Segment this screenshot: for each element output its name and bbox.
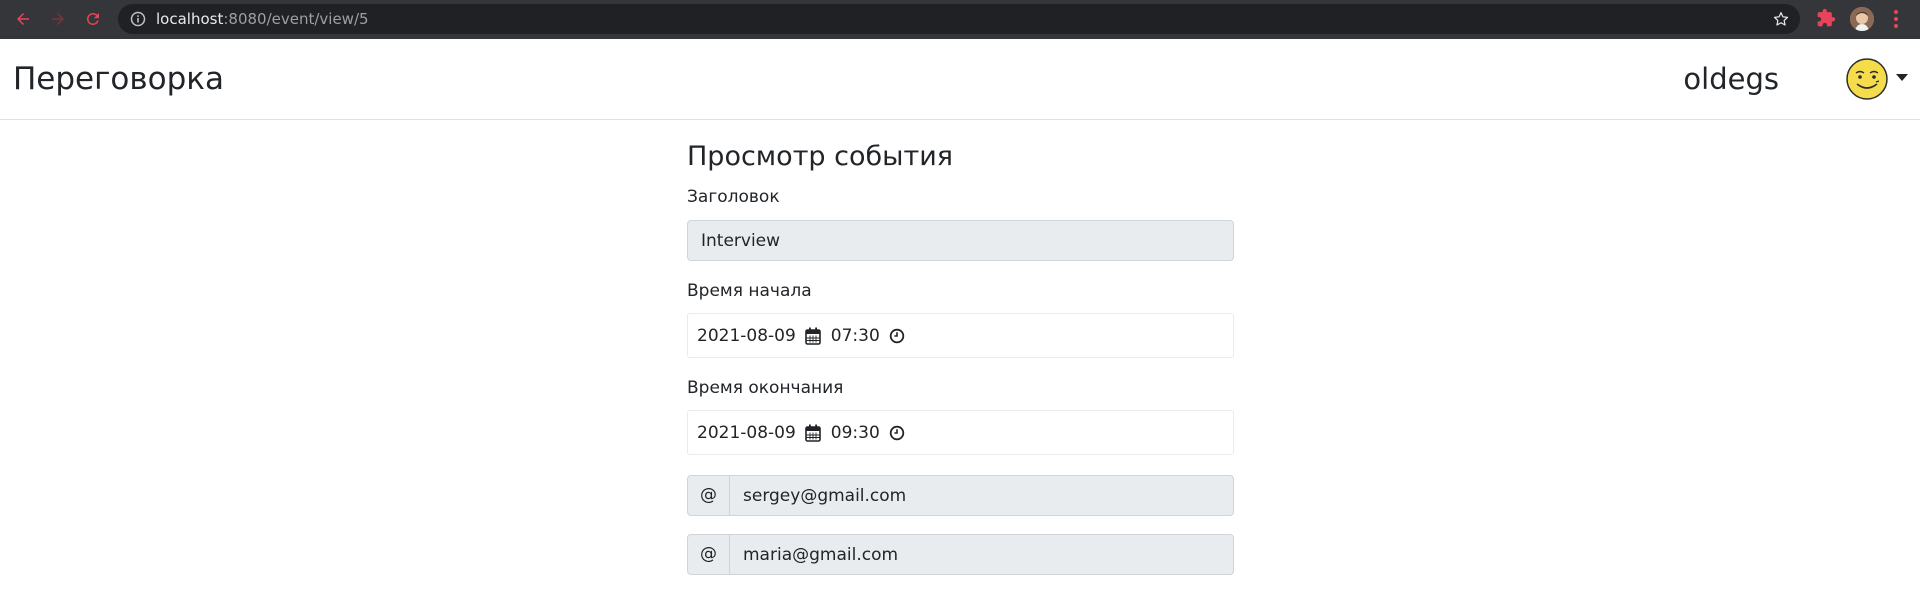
calendar-icon[interactable] bbox=[804, 327, 821, 345]
at-prefix: @ bbox=[687, 534, 730, 575]
participant-email-field[interactable]: sergey@gmail.com bbox=[729, 475, 1234, 516]
participant-email-group: @ sergey@gmail.com bbox=[687, 475, 1234, 516]
end-date-value: 2021-08-09 bbox=[697, 422, 796, 443]
url-host: localhost bbox=[156, 10, 224, 28]
participant-email-field[interactable]: maria@gmail.com bbox=[729, 534, 1234, 575]
participant-email-value: maria@gmail.com bbox=[743, 545, 899, 565]
extension-icon[interactable] bbox=[1816, 8, 1836, 28]
start-date-value: 2021-08-09 bbox=[697, 325, 796, 346]
back-button[interactable] bbox=[10, 6, 36, 32]
clock-icon[interactable] bbox=[889, 424, 905, 442]
app-navbar: Переговорка oldegs bbox=[0, 39, 1920, 120]
forward-arrow-icon bbox=[52, 13, 64, 25]
user-avatar[interactable] bbox=[1846, 58, 1888, 100]
smiley-avatar-image bbox=[1846, 58, 1888, 100]
page-title: Просмотр события bbox=[687, 141, 953, 172]
title-value: Interview bbox=[701, 231, 781, 251]
username-label[interactable]: oldegs bbox=[1683, 59, 1779, 99]
profile-image bbox=[1850, 7, 1874, 31]
brand-link[interactable]: Переговорка bbox=[13, 59, 224, 99]
end-time-value: 09:30 bbox=[830, 422, 880, 443]
forward-button[interactable] bbox=[45, 6, 71, 32]
caret-down-icon[interactable] bbox=[1896, 74, 1908, 81]
participant-email-value: sergey@gmail.com bbox=[743, 486, 907, 506]
reload-icon bbox=[86, 12, 99, 25]
start-time-label: Время начала bbox=[687, 281, 812, 301]
clock-icon[interactable] bbox=[889, 327, 905, 345]
start-datetime-field[interactable]: 2021-08-09 07:30 bbox=[687, 313, 1234, 358]
back-arrow-icon bbox=[17, 13, 29, 25]
browser-profile-avatar[interactable] bbox=[1850, 7, 1874, 31]
info-icon[interactable] bbox=[130, 11, 146, 27]
star-icon[interactable] bbox=[1772, 10, 1790, 28]
address-bar[interactable]: localhost:8080/event/view/5 bbox=[118, 4, 1800, 34]
calendar-icon[interactable] bbox=[804, 424, 821, 442]
title-label: Заголовок bbox=[687, 187, 780, 207]
reload-button[interactable] bbox=[80, 6, 106, 32]
url-path: :8080/event/view/5 bbox=[223, 10, 369, 28]
start-time-value: 07:30 bbox=[830, 325, 880, 346]
participant-email-group: @ maria@gmail.com bbox=[687, 534, 1234, 575]
browser-toolbar: localhost:8080/event/view/5 bbox=[0, 0, 1920, 39]
title-field[interactable]: Interview bbox=[687, 220, 1234, 261]
url-text: localhost:8080/event/view/5 bbox=[156, 10, 369, 28]
more-vertical-icon[interactable] bbox=[1888, 8, 1904, 30]
end-time-label: Время окончания bbox=[687, 378, 844, 398]
at-prefix: @ bbox=[687, 475, 730, 516]
end-datetime-field[interactable]: 2021-08-09 09:30 bbox=[687, 410, 1234, 455]
